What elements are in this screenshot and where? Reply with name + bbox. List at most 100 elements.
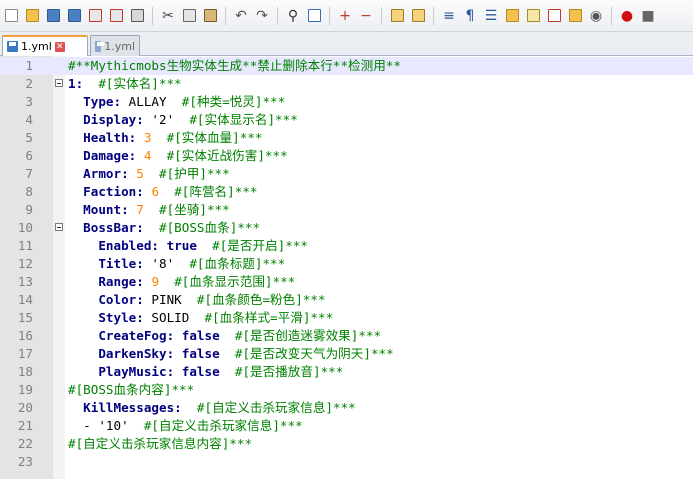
code-line[interactable]: 18 PlayMusic: false #[是否播放音]*** xyxy=(0,363,693,381)
line-number: 19 xyxy=(17,382,33,397)
code-text: Health: 3 #[实体血量]*** xyxy=(83,130,263,145)
code-line[interactable]: 11 Enabled: true #[是否开启]*** xyxy=(0,237,693,255)
code-text: #**Mythicmobs生物实体生成**禁止删除本行**检测用** xyxy=(68,58,401,73)
code-editor[interactable]: 1 #**Mythicmobs生物实体生成**禁止删除本行**检测用** 2 1: #… xyxy=(0,56,693,479)
line-number: 23 xyxy=(17,454,33,469)
code-text: Armor: 5 #[护甲]*** xyxy=(83,166,230,181)
line-number: 4 xyxy=(25,112,33,127)
tab-label: 1.yml xyxy=(104,39,135,53)
zoom-in-icon[interactable]: + xyxy=(336,7,354,25)
code-text: Mount: 7 #[坐骑]*** xyxy=(83,202,230,217)
code-text: 1: #[实体名]*** xyxy=(68,76,182,91)
line-number: 3 xyxy=(25,94,33,109)
code-line[interactable]: 4 Display: '2' #[实体显示名]*** xyxy=(0,111,693,129)
code-line[interactable]: 9 Mount: 7 #[坐骑]*** xyxy=(0,201,693,219)
toolbar-separator xyxy=(381,6,382,25)
code-line[interactable]: 13 Range: 9 #[血条显示范围]*** xyxy=(0,273,693,291)
paste-icon[interactable] xyxy=(201,7,219,25)
user-language-icon[interactable] xyxy=(503,7,521,25)
code-line[interactable]: 7 Armor: 5 #[护甲]*** xyxy=(0,165,693,183)
line-number: 14 xyxy=(17,292,33,307)
code-line[interactable]: 5 Health: 3 #[实体血量]*** xyxy=(0,129,693,147)
close-all-icon[interactable] xyxy=(107,7,125,25)
code-line[interactable]: 3 Type: ALLAY #[种类=悦灵]*** xyxy=(0,93,693,111)
close-icon[interactable] xyxy=(86,7,104,25)
line-number: 1 xyxy=(25,58,33,73)
sync-horizontal-icon[interactable] xyxy=(409,7,427,25)
line-number: 13 xyxy=(17,274,33,289)
line-number: 17 xyxy=(17,346,33,361)
line-number: 12 xyxy=(17,256,33,271)
code-text: #[BOSS血条内容]*** xyxy=(68,382,195,397)
open-folder-icon[interactable] xyxy=(23,7,41,25)
code-line[interactable]: 22 #[自定义击杀玩家信息内容]*** xyxy=(0,435,693,453)
toolbar-separator xyxy=(277,6,278,25)
code-line[interactable]: 20 KillMessages: #[自定义击杀玩家信息]*** xyxy=(0,399,693,417)
record-macro-icon[interactable]: ● xyxy=(618,7,636,25)
toolbar: ✂ ↶ ↷ ⚲ + − ≡ ¶ ☰ ◉ ● ■ xyxy=(0,0,693,32)
save-all-icon[interactable] xyxy=(65,7,83,25)
code-line[interactable]: 6 Damage: 4 #[实体近战伤害]*** xyxy=(0,147,693,165)
code-text: #[自定义击杀玩家信息内容]*** xyxy=(68,436,253,451)
line-number: 5 xyxy=(25,130,33,145)
stop-record-icon[interactable]: ■ xyxy=(639,7,657,25)
line-number: 22 xyxy=(17,436,33,451)
monitoring-icon[interactable]: ◉ xyxy=(587,7,605,25)
code-line[interactable]: 15 Style: SOLID #[血条样式=平滑]*** xyxy=(0,309,693,327)
line-number: 11 xyxy=(17,238,33,253)
line-number: 15 xyxy=(17,310,33,325)
code-line[interactable]: 16 CreateFog: false #[是否创造迷雾效果]*** xyxy=(0,327,693,345)
line-number: 18 xyxy=(17,364,33,379)
tab-bar: 1.yml ✕ 1.yml xyxy=(0,32,693,56)
code-text: - '10' #[自定义击杀玩家信息]*** xyxy=(68,418,303,433)
line-number: 2 xyxy=(25,76,33,91)
code-line[interactable]: 8 Faction: 6 #[阵营名]*** xyxy=(0,183,693,201)
new-file-icon[interactable] xyxy=(2,7,20,25)
zoom-out-icon[interactable]: − xyxy=(357,7,375,25)
code-text: Type: ALLAY #[种类=悦灵]*** xyxy=(83,94,286,109)
sync-vertical-icon[interactable] xyxy=(388,7,406,25)
code-text: CreateFog: false #[是否创造迷雾效果]*** xyxy=(98,328,382,343)
cut-icon[interactable]: ✂ xyxy=(159,7,177,25)
fold-toggle-icon[interactable] xyxy=(55,79,63,87)
line-number: 9 xyxy=(25,202,33,217)
code-text: Display: '2' #[实体显示名]*** xyxy=(83,112,298,127)
copy-icon[interactable] xyxy=(180,7,198,25)
undo-icon[interactable]: ↶ xyxy=(232,7,250,25)
code-line[interactable]: 14 Color: PINK #[血条颜色=粉色]*** xyxy=(0,291,693,309)
redo-icon[interactable]: ↷ xyxy=(253,7,271,25)
line-number: 16 xyxy=(17,328,33,343)
fold-toggle-icon[interactable] xyxy=(55,223,63,231)
word-wrap-icon[interactable]: ≡ xyxy=(440,7,458,25)
code-text: Damage: 4 #[实体近战伤害]*** xyxy=(83,148,288,163)
toolbar-separator xyxy=(329,6,330,25)
toolbar-separator xyxy=(611,6,612,25)
save-icon[interactable] xyxy=(44,7,62,25)
tab-1yml-inactive[interactable]: 1.yml xyxy=(90,35,140,56)
code-line[interactable]: 10 BossBar: #[BOSS血条]*** xyxy=(0,219,693,237)
folder-as-workspace-icon[interactable] xyxy=(566,7,584,25)
code-line[interactable]: 1 #**Mythicmobs生物实体生成**禁止删除本行**检测用** xyxy=(0,57,693,75)
replace-icon[interactable] xyxy=(305,7,323,25)
tab-label: 1.yml xyxy=(21,40,52,53)
code-line[interactable]: 17 DarkenSky: false #[是否改变天气为阴天]*** xyxy=(0,345,693,363)
code-line[interactable]: 12 Title: '8' #[血条标题]*** xyxy=(0,255,693,273)
code-line[interactable]: 19 #[BOSS血条内容]*** xyxy=(0,381,693,399)
close-icon[interactable]: ✕ xyxy=(54,41,65,52)
line-number: 10 xyxy=(17,220,33,235)
code-line[interactable]: 23 xyxy=(0,453,693,471)
find-icon[interactable]: ⚲ xyxy=(284,7,302,25)
tab-1yml-active[interactable]: 1.yml ✕ xyxy=(2,35,88,56)
function-list-icon[interactable] xyxy=(545,7,563,25)
code-text: KillMessages: #[自定义击杀玩家信息]*** xyxy=(83,400,356,415)
code-line[interactable]: 21 - '10' #[自定义击杀玩家信息]*** xyxy=(0,417,693,435)
print-icon[interactable] xyxy=(128,7,146,25)
show-all-chars-icon[interactable]: ¶ xyxy=(461,7,479,25)
line-number: 21 xyxy=(17,418,33,433)
saved-file-icon xyxy=(95,40,105,52)
code-text: Style: SOLID #[血条样式=平滑]*** xyxy=(98,310,334,325)
code-line[interactable]: 2 1: #[实体名]*** xyxy=(0,75,693,93)
indent-guide-icon[interactable]: ☰ xyxy=(482,7,500,25)
document-map-icon[interactable] xyxy=(524,7,542,25)
code-text: Range: 9 #[血条显示范围]*** xyxy=(98,274,296,289)
